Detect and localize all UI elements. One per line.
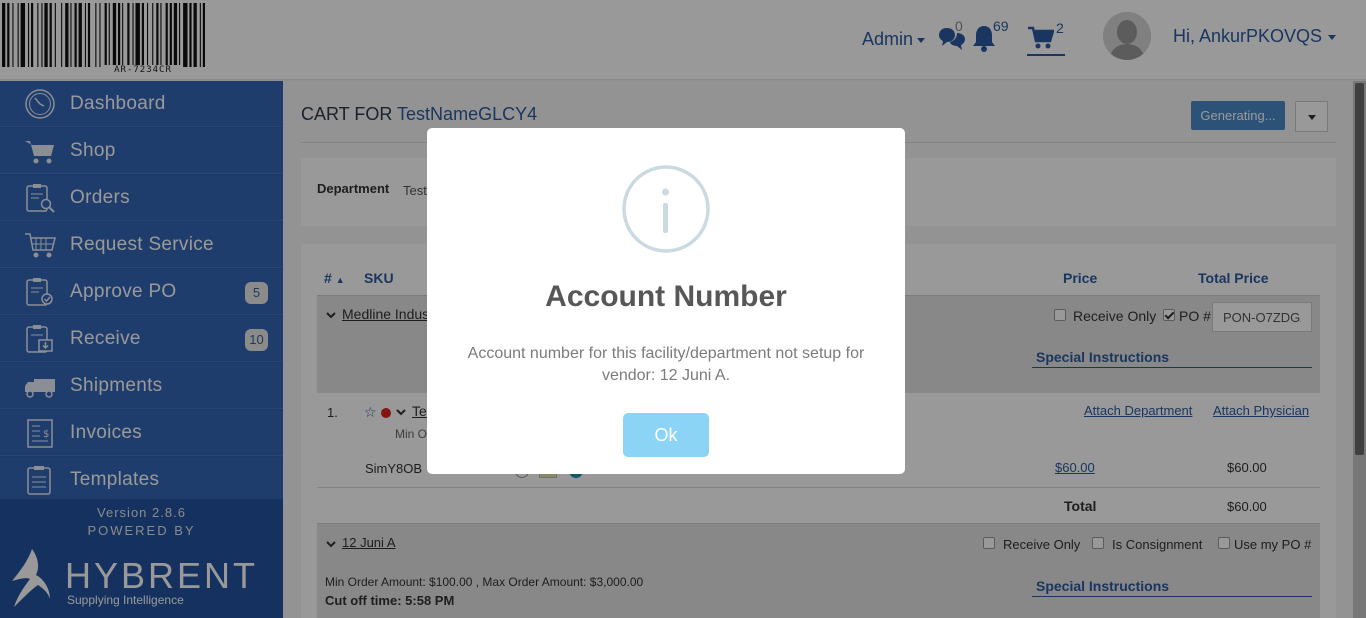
dialog-message: Account number for this facility/departm… [467, 345, 865, 384]
info-icon [622, 165, 710, 253]
account-number-dialog: Account Number Account number for this f… [427, 128, 905, 474]
ok-button[interactable]: Ok [623, 413, 709, 457]
dialog-title: Account Number [545, 280, 787, 313]
